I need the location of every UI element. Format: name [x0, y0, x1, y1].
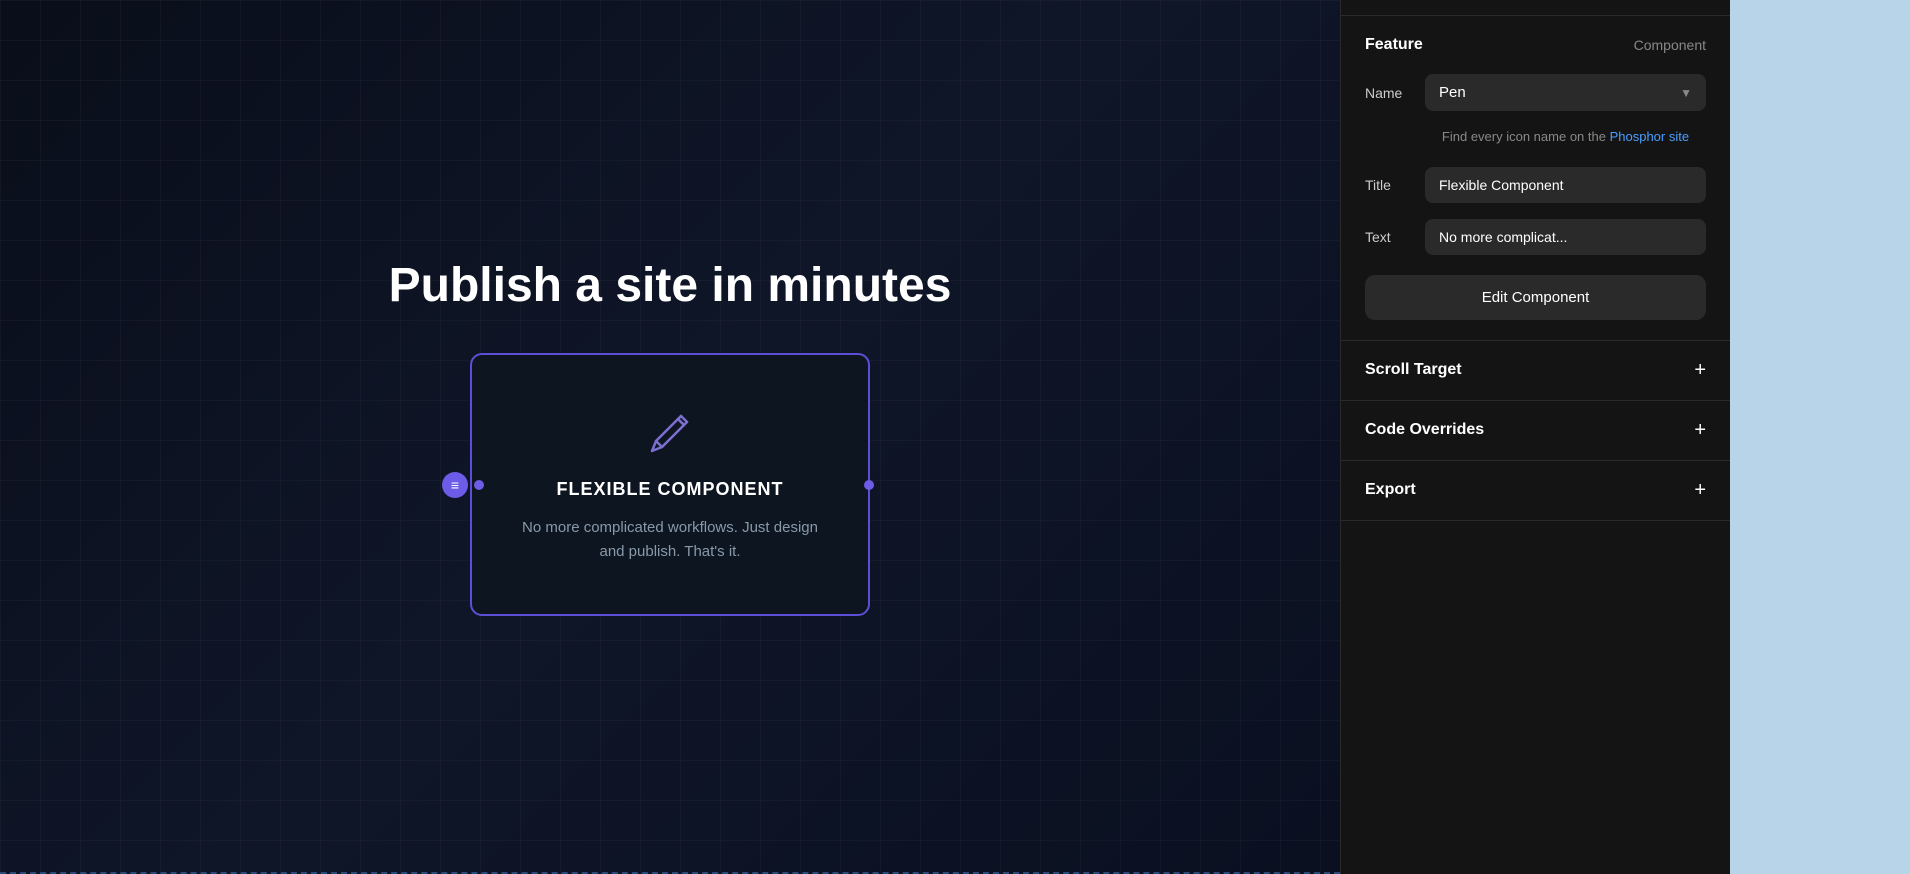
title-label: Title: [1365, 177, 1425, 193]
code-overrides-title: Code Overrides: [1365, 421, 1484, 439]
scroll-target-section[interactable]: Scroll Target +: [1341, 341, 1730, 401]
name-label: Name: [1365, 85, 1425, 101]
export-plus-icon[interactable]: +: [1694, 479, 1706, 502]
title-form-row: Title Flexible Component: [1365, 167, 1706, 203]
feature-section: Feature Component Name Pen ▼ Find every …: [1341, 16, 1730, 341]
name-dropdown-value: Pen: [1439, 84, 1466, 101]
canvas-area: Publish a site in minutes FLEXIBLE COMPO…: [0, 0, 1340, 874]
scroll-target-plus-icon[interactable]: +: [1694, 359, 1706, 382]
card-component-text: No more complicated workflows. Just desi…: [512, 516, 828, 564]
title-input[interactable]: Flexible Component: [1425, 167, 1706, 203]
name-dropdown[interactable]: Pen ▼: [1425, 74, 1706, 111]
feature-card-wrapper: FLEXIBLE COMPONENT No more complicated w…: [470, 353, 870, 616]
phosphor-link[interactable]: Phosphor site: [1610, 129, 1690, 144]
feature-type-badge: Component: [1634, 37, 1706, 53]
code-overrides-plus-icon[interactable]: +: [1694, 419, 1706, 442]
resize-handle-right[interactable]: [864, 480, 874, 490]
panel-top-spacer: [1341, 0, 1730, 16]
scroll-target-title: Scroll Target: [1365, 361, 1462, 379]
text-form-row: Text No more complicat...: [1365, 219, 1706, 255]
icon-hint-text: Find every icon name on the Phosphor sit…: [1425, 127, 1706, 147]
edit-component-button[interactable]: Edit Component: [1365, 275, 1706, 320]
right-panel: Feature Component Name Pen ▼ Find every …: [1340, 0, 1730, 874]
feature-section-title: Feature: [1365, 36, 1423, 54]
code-overrides-section[interactable]: Code Overrides +: [1341, 401, 1730, 461]
card-component-title: FLEXIBLE COMPONENT: [556, 479, 783, 500]
blue-sidebar: [1730, 0, 1910, 874]
page-title: Publish a site in minutes: [389, 258, 952, 313]
export-title: Export: [1365, 481, 1416, 499]
name-form-row: Name Pen ▼: [1365, 74, 1706, 111]
left-handle-group: [442, 472, 484, 498]
text-label: Text: [1365, 229, 1425, 245]
feature-section-header: Feature Component: [1365, 36, 1706, 54]
pen-icon: [642, 405, 698, 461]
chevron-down-icon: ▼: [1680, 86, 1692, 100]
feature-card[interactable]: FLEXIBLE COMPONENT No more complicated w…: [470, 353, 870, 616]
text-input[interactable]: No more complicat...: [1425, 219, 1706, 255]
menu-handle[interactable]: [442, 472, 468, 498]
export-section[interactable]: Export +: [1341, 461, 1730, 521]
resize-handle-left[interactable]: [474, 480, 484, 490]
